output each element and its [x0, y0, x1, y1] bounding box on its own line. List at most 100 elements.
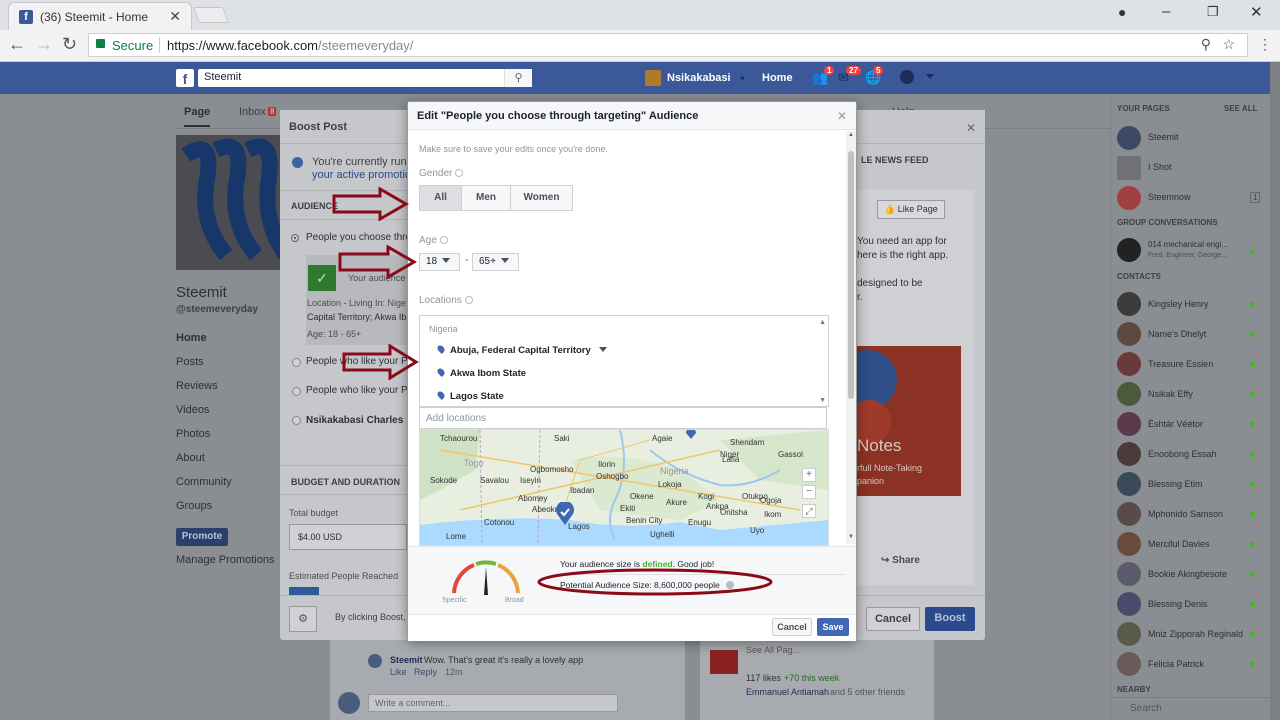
- boost-submit-button[interactable]: Boost: [925, 607, 975, 631]
- zoom-icon[interactable]: ⚲: [1201, 36, 1211, 53]
- page-cover-photo[interactable]: [176, 135, 281, 270]
- url-bar[interactable]: Secure https://www.facebook.com/steemeve…: [88, 33, 1248, 57]
- location-expand-caret-icon[interactable]: [598, 347, 607, 352]
- manage-promotions-link[interactable]: Manage Promotions: [176, 554, 274, 566]
- friend-link[interactable]: Emmanuel Antiamah: [746, 687, 829, 697]
- profile-icon[interactable]: ●: [1118, 4, 1126, 20]
- locations-info-icon[interactable]: [464, 296, 473, 304]
- gender-all-button[interactable]: All: [419, 185, 462, 211]
- new-tab-button[interactable]: [193, 7, 229, 23]
- bookmark-star-icon[interactable]: ☆: [1222, 36, 1235, 53]
- modal-scrollbar-thumb[interactable]: [848, 151, 854, 399]
- write-comment-input[interactable]: Write a comment...: [368, 694, 618, 712]
- page-scrollbar[interactable]: [1270, 62, 1280, 720]
- audience-option-saved[interactable]: Nsikakabasi Charles: [306, 415, 403, 426]
- map-fullscreen-icon[interactable]: ⤢: [802, 504, 816, 518]
- see-all-link[interactable]: SEE ALL: [1224, 104, 1257, 113]
- list-scroll-down-icon[interactable]: ▼: [819, 397, 826, 404]
- group-name[interactable]: 014 mechanical engi...: [1148, 240, 1228, 249]
- contact-name[interactable]: Mniz Zipporah Reginald: [1148, 629, 1243, 639]
- back-icon[interactable]: ←: [8, 34, 26, 55]
- gender-women-button[interactable]: Women: [510, 185, 573, 211]
- promote-button[interactable]: Promote: [176, 528, 228, 546]
- map-zoom-in-icon[interactable]: +: [802, 468, 816, 482]
- tab-page[interactable]: Page: [184, 106, 211, 127]
- see-all-pages-text[interactable]: See All Pag...: [746, 645, 800, 655]
- modal-cancel-button[interactable]: Cancel: [772, 618, 812, 636]
- contact-name[interactable]: Felicia Patrick: [1148, 659, 1204, 669]
- contact-name[interactable]: Treasure Essien: [1148, 359, 1213, 369]
- help-icon[interactable]: [900, 70, 914, 84]
- minimize-icon[interactable]: –: [1162, 3, 1170, 20]
- nav-community[interactable]: Community: [176, 476, 232, 488]
- gender-info-icon[interactable]: [455, 169, 464, 177]
- comment-reply-link[interactable]: Reply: [414, 667, 437, 677]
- user-avatar[interactable]: [645, 70, 661, 86]
- nav-home[interactable]: Home: [176, 332, 207, 344]
- browser-tab[interactable]: f (36) Steemit - Home ✕: [8, 2, 192, 30]
- map-zoom-out-icon[interactable]: −: [802, 485, 816, 499]
- total-budget-input[interactable]: $4.00 USD: [289, 524, 407, 550]
- nav-photos[interactable]: Photos: [176, 428, 210, 440]
- tab-inbox[interactable]: Inbox: [239, 106, 266, 118]
- contact-name[interactable]: Blessing Denis: [1148, 599, 1208, 609]
- window-close-icon[interactable]: ✕: [1250, 3, 1263, 21]
- location-item-abuja[interactable]: Abuja, Federal Capital Territory: [436, 344, 607, 356]
- tab-close-icon[interactable]: ✕: [169, 8, 181, 25]
- facebook-logo-icon[interactable]: f: [176, 69, 194, 87]
- list-scroll-up-icon[interactable]: ▲: [819, 319, 826, 326]
- modal-close-icon[interactable]: ✕: [837, 109, 847, 123]
- page-link-steemit[interactable]: Steemit: [1148, 132, 1179, 142]
- contact-name[interactable]: Enoobong Essah: [1148, 449, 1217, 459]
- audience-radio-selected[interactable]: [292, 235, 298, 241]
- chat-search-input[interactable]: Search: [1112, 697, 1270, 720]
- nav-videos[interactable]: Videos: [176, 404, 209, 416]
- modal-scroll-down-icon[interactable]: ▼: [848, 534, 854, 540]
- modal-scroll-up-icon[interactable]: ▲: [848, 132, 854, 138]
- boost-notice-2[interactable]: your active promotio: [312, 169, 411, 181]
- comment-author[interactable]: Steemit: [390, 655, 423, 665]
- add-locations-input[interactable]: Add locations: [419, 407, 827, 429]
- map-marker-lagos-icon[interactable]: [554, 502, 576, 526]
- location-item-akwa-ibom[interactable]: Akwa Ibom State: [436, 367, 526, 379]
- contact-name[interactable]: Kingsley Henry: [1148, 299, 1209, 309]
- boost-close-icon[interactable]: ✕: [966, 121, 976, 135]
- contact-name[interactable]: Blessing Etim: [1148, 479, 1203, 489]
- nav-posts[interactable]: Posts: [176, 356, 204, 368]
- maximize-icon[interactable]: ❐: [1207, 4, 1219, 20]
- share-link[interactable]: ↪ Share: [881, 555, 920, 566]
- contact-name[interactable]: Name's Dhelyt: [1148, 329, 1206, 339]
- map-marker-abuja-icon[interactable]: [685, 430, 697, 440]
- menu-dots-icon[interactable]: ⋮: [1258, 36, 1272, 53]
- audience-radio-2[interactable]: [292, 358, 301, 367]
- user-name-link[interactable]: Nsikakabasi: [667, 72, 731, 84]
- search-icon[interactable]: ⚲: [504, 69, 532, 87]
- gender-men-button[interactable]: Men: [461, 185, 511, 211]
- location-item-lagos[interactable]: Lagos State: [436, 390, 504, 402]
- nav-groups[interactable]: Groups: [176, 500, 212, 512]
- boost-cancel-button[interactable]: Cancel: [866, 607, 920, 631]
- account-menu-icon[interactable]: [926, 74, 934, 79]
- home-link[interactable]: Home: [762, 72, 793, 84]
- age-info-icon[interactable]: [439, 236, 448, 244]
- page-link-steemnow[interactable]: Steemnow: [1148, 192, 1191, 202]
- audience-radio-4[interactable]: [292, 416, 301, 425]
- audience-option-likes-friends[interactable]: People who like your Pa: [306, 385, 413, 396]
- contact-name[interactable]: Bookie Akingbesote: [1148, 569, 1227, 579]
- facebook-search-input[interactable]: Steemit ⚲: [198, 69, 532, 87]
- page-link-ishot[interactable]: I Shot: [1148, 162, 1172, 172]
- nav-reviews[interactable]: Reviews: [176, 380, 218, 392]
- contact-name[interactable]: Mphonido Samson: [1148, 509, 1223, 519]
- contact-name[interactable]: Èshtár Véétor: [1148, 419, 1203, 429]
- settings-gear-icon[interactable]: ⚙: [289, 606, 317, 632]
- contact-name[interactable]: Nsikak Effy: [1148, 389, 1193, 399]
- comment-like-link[interactable]: Like: [390, 667, 407, 677]
- audience-radio-3[interactable]: [292, 387, 301, 396]
- audience-option-targeting[interactable]: People you choose thro: [306, 232, 411, 243]
- location-map[interactable]: Tchaourou Saki Agaie Shendam Niger Togo Ogbomo…: [419, 429, 829, 546]
- like-page-button[interactable]: 👍 Like Page: [877, 200, 945, 219]
- nav-about[interactable]: About: [176, 452, 205, 464]
- create-icon[interactable]: ▪: [740, 70, 756, 85]
- contact-name[interactable]: Merciful Davies: [1148, 539, 1210, 549]
- forward-icon[interactable]: →: [35, 34, 53, 55]
